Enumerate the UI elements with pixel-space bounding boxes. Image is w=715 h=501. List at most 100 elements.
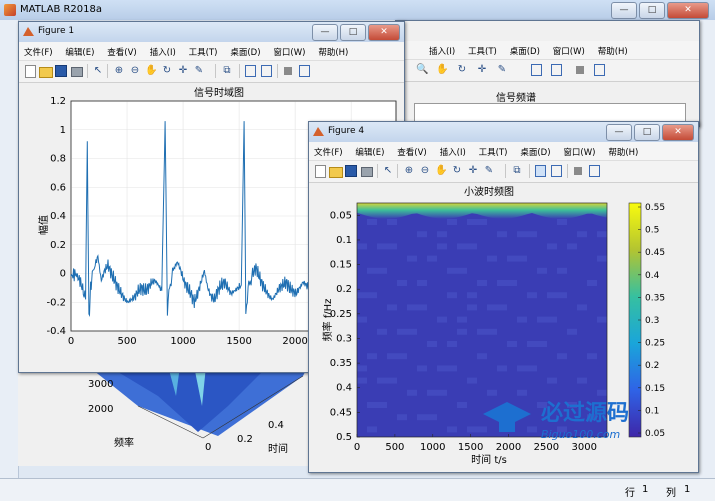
close-button[interactable]: ✕ [662,124,694,141]
open-file-icon[interactable] [329,167,343,178]
legend-icon[interactable] [261,65,272,77]
print-icon[interactable] [361,167,373,177]
brush-icon[interactable]: ✎ [496,64,508,76]
menu-window[interactable]: 窗口(W) [548,41,590,57]
zoom-out-icon[interactable]: ⊖ [419,165,431,177]
x-tick-label: 1000 [420,442,445,453]
colorbar-icon[interactable] [551,64,562,76]
brush-icon[interactable]: ✎ [193,65,205,77]
pan-icon[interactable]: ✋ [145,65,157,77]
new-figure-icon[interactable] [25,65,36,78]
close-button[interactable]: ✕ [667,2,709,19]
maximize-button[interactable]: □ [634,124,660,141]
menu-desktop[interactable]: 桌面(D) [225,42,265,58]
zoom-in-icon[interactable]: ⊕ [113,65,125,77]
y-tick-label: 0 [60,269,66,280]
figure-2-title: 信号频谱 [496,93,536,104]
print-icon[interactable] [71,67,83,77]
minimize-button[interactable]: — [606,124,632,141]
rotate-icon[interactable]: ↻ [451,165,463,177]
zoom-out-icon[interactable]: 🔍 [416,64,428,76]
y-tick-label: 0.1 [336,235,352,246]
hide-plot-tools-icon[interactable] [284,67,292,75]
figure-4-menu-bar: 文件(F) 编辑(E) 查看(V) 插入(I) 工具(T) 桌面(D) 窗口(W… [309,142,698,161]
colorbar-icon[interactable] [245,65,256,77]
y-tick-label: 0.15 [330,260,352,271]
menu-insert[interactable]: 插入(I) [145,42,181,58]
figure-2-window[interactable]: 插入(I) 工具(T) 桌面(D) 窗口(W) 帮助(H) 🔍 ✋ ↻ ✛ ✎ … [395,20,700,127]
zoom-out-icon[interactable]: ⊖ [129,65,141,77]
y-tick-label: 0.35 [330,358,352,369]
maximize-button[interactable]: □ [340,24,366,41]
heatmap-cell [547,377,557,384]
figure-4-title: Figure 4 [328,126,365,136]
menu-edit[interactable]: 编辑(E) [350,142,389,158]
new-figure-icon[interactable] [315,165,326,178]
pointer-icon[interactable]: ↖ [382,165,394,177]
heatmap-cell [457,316,467,323]
show-plot-tools-icon[interactable] [299,65,310,77]
heatmap-cell [447,267,457,274]
heatmap-cell [367,292,377,299]
figure-icon [313,127,324,136]
menu-tools[interactable]: 工具(T) [474,142,513,158]
menu-view[interactable]: 查看(V) [392,142,431,158]
heatmap-cell [447,426,457,433]
menu-desktop[interactable]: 桌面(D) [515,142,555,158]
menu-insert[interactable]: 插入(I) [424,41,460,57]
menu-help[interactable]: 帮助(H) [603,142,643,158]
toolbar-separator [505,164,506,178]
minimize-button[interactable]: — [611,2,637,19]
minimize-button[interactable]: — [312,24,338,41]
heatmap-cell [387,377,397,384]
colorbar-tick-label: 0.2 [645,361,659,371]
close-button[interactable]: ✕ [368,24,400,41]
show-plot-tools-icon[interactable] [589,165,600,177]
brush-icon[interactable]: ✎ [483,165,495,177]
data-cursor-icon[interactable]: ✛ [177,65,189,77]
y-tick-label: 0.2 [50,240,66,251]
link-icon[interactable]: ⧉ [221,65,233,77]
open-file-icon[interactable] [39,67,53,78]
save-icon[interactable] [55,65,67,77]
save-icon[interactable] [345,165,357,177]
pan-icon[interactable]: ✋ [436,64,448,76]
legend-icon[interactable] [551,165,562,177]
rotate-icon[interactable]: ↻ [456,64,468,76]
data-cursor-icon[interactable]: ✛ [467,165,479,177]
menu-file[interactable]: 文件(F) [19,42,58,58]
menu-view[interactable]: 查看(V) [102,42,141,58]
menu-help[interactable]: 帮助(H) [313,42,353,58]
menu-file[interactable]: 文件(F) [309,142,348,158]
rotate-icon[interactable]: ↻ [161,65,173,77]
hide-plot-tools-icon[interactable] [576,66,584,74]
figure-3-window[interactable]: 3000 2000 频率 0 0.2 0.4 时间 [18,366,310,466]
legend-icon[interactable] [531,64,542,76]
menu-edit[interactable]: 编辑(E) [60,42,99,58]
menu-insert[interactable]: 插入(I) [435,142,471,158]
heatmap-cell [537,316,547,323]
heatmap-cell [427,255,437,262]
heatmap-cell [467,292,477,299]
data-cursor-icon[interactable]: ✛ [476,64,488,76]
toolbar-separator [239,64,240,78]
menu-tools[interactable]: 工具(T) [463,41,502,57]
hide-plot-tools-icon[interactable] [574,167,582,175]
maximize-button[interactable]: □ [639,2,665,19]
menu-tools[interactable]: 工具(T) [184,42,223,58]
menu-desktop[interactable]: 桌面(D) [505,41,545,57]
link-icon[interactable]: ⧉ [511,165,523,177]
menu-window[interactable]: 窗口(W) [268,42,310,58]
colorbar-icon[interactable] [535,165,546,177]
pan-icon[interactable]: ✋ [435,165,447,177]
zoom-in-icon[interactable]: ⊕ [403,165,415,177]
menu-help[interactable]: 帮助(H) [593,41,633,57]
pointer-icon[interactable]: ↖ [92,65,104,77]
menu-window[interactable]: 窗口(W) [558,142,600,158]
heatmap-cell [467,243,477,250]
heatmap-cell [377,377,387,384]
y-tick-label: 0.3 [336,333,352,344]
y-tick-label: -0.2 [46,297,66,308]
heatmap-cell [537,341,547,347]
show-plot-tools-icon[interactable] [594,64,605,76]
